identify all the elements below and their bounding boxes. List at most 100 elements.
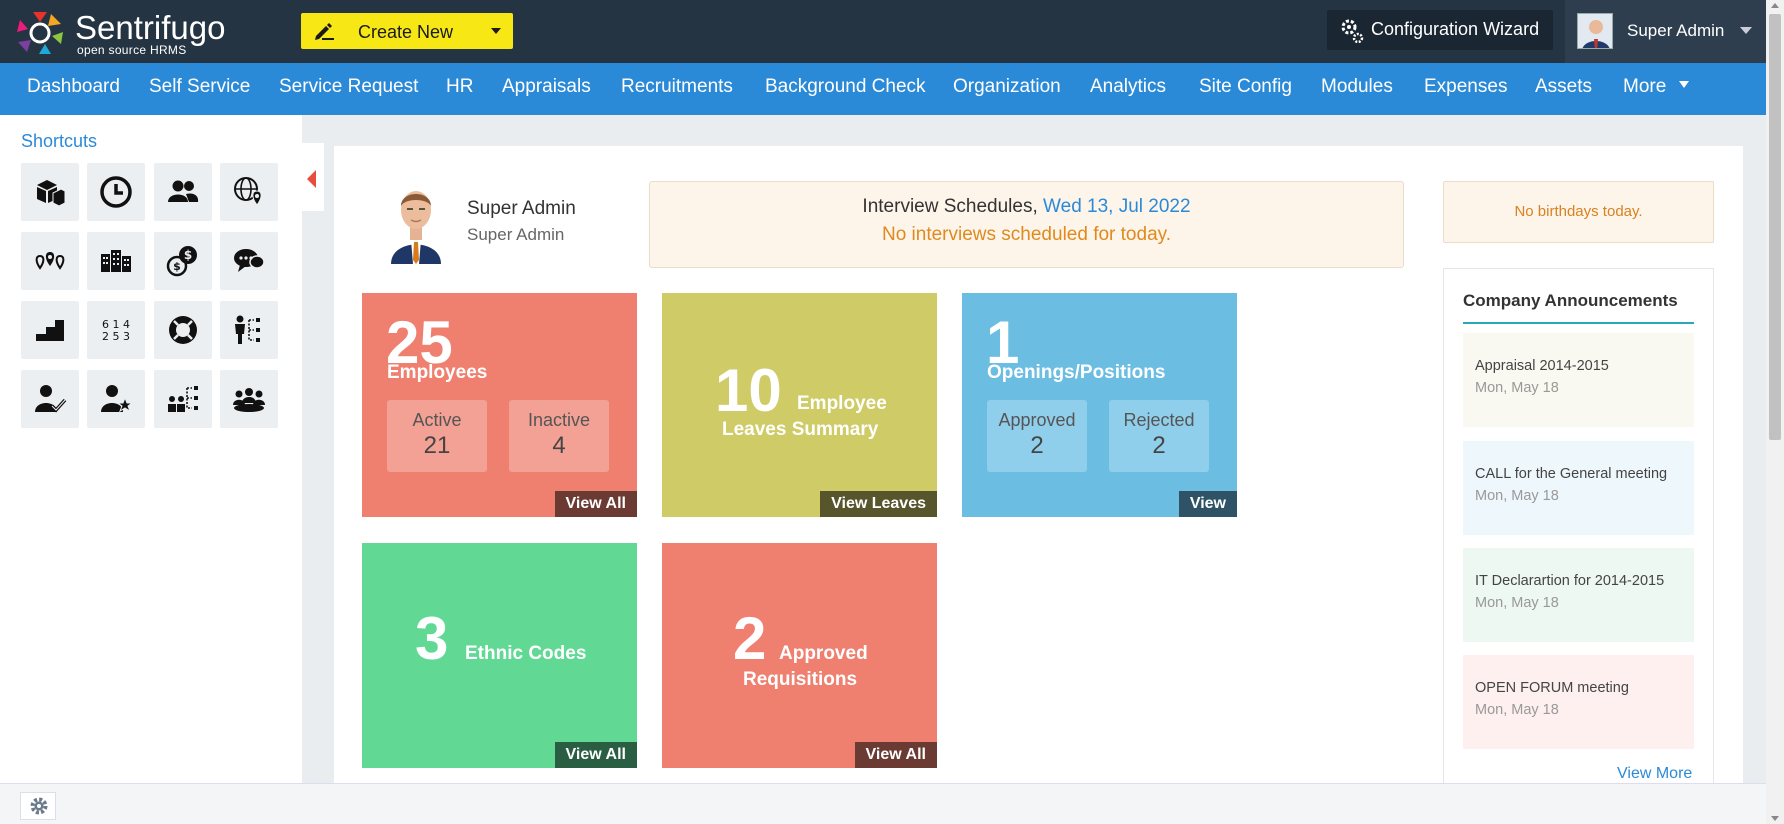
shortcut-locations[interactable] — [21, 232, 79, 290]
create-new-label: Create New — [358, 22, 454, 42]
nav-item-self-service[interactable]: Self Service — [149, 76, 250, 98]
gears-icon — [1341, 19, 1364, 44]
requisitions-label-line1: Approved — [779, 643, 868, 664]
shortcuts-sidebar: Shortcuts $ $ 6 1 42 5 3 — [0, 115, 302, 783]
openings-rejected-box[interactable]: Rejected 2 — [1109, 400, 1209, 472]
create-new-button[interactable]: Create New — [301, 13, 513, 49]
announcement-date: Mon, May 18 — [1475, 702, 1559, 718]
profile-avatar — [375, 180, 457, 264]
nav-item-modules[interactable]: Modules — [1321, 76, 1393, 98]
employees-active-box[interactable]: Active 21 — [387, 400, 487, 472]
logo[interactable]: Sentrifugo open source HRMS — [15, 10, 255, 58]
view-more-link[interactable]: View More — [1617, 765, 1692, 783]
employees-view-all-button[interactable]: View All — [554, 491, 637, 517]
nav-item-analytics[interactable]: Analytics — [1090, 76, 1166, 98]
announcements-divider — [1463, 322, 1694, 324]
openings-approved-value: 2 — [1030, 432, 1044, 459]
requisitions-count: 2 — [733, 605, 767, 672]
announcement-title: OPEN FORUM meeting — [1475, 680, 1629, 696]
employees-label: Employees — [387, 362, 488, 383]
user-name: Super Admin — [1627, 21, 1725, 40]
shortcut-user-check[interactable] — [21, 370, 79, 428]
nav-item-appraisals[interactable]: Appraisals — [502, 76, 591, 98]
requisitions-view-all-button[interactable]: View All — [854, 742, 937, 768]
employees-inactive-box[interactable]: Inactive 4 — [509, 400, 609, 472]
configuration-wizard-button[interactable]: Configuration Wizard — [1327, 10, 1553, 50]
shortcut-clock[interactable] — [87, 163, 145, 221]
page-scrollbar[interactable] — [1766, 0, 1784, 824]
openings-rejected-label: Rejected — [1123, 410, 1195, 430]
logo-mark-icon — [17, 12, 63, 54]
shortcut-buildings[interactable] — [87, 232, 145, 290]
shortcut-hierarchy[interactable] — [154, 370, 212, 428]
announcement-date: Mon, May 18 — [1475, 595, 1559, 611]
announcement-item[interactable]: IT Declarartion for 2014-2015 Mon, May 1… — [1463, 548, 1694, 642]
requisitions-tile: 2 Approved Requisitions View All — [662, 543, 937, 768]
numbers-icon: 6 1 42 5 3 — [102, 318, 130, 343]
announcement-title: IT Declarartion for 2014-2015 — [1475, 573, 1665, 589]
locations-icon — [35, 252, 65, 270]
nav-item-more[interactable]: More — [1623, 76, 1690, 98]
nav-item-site-config[interactable]: Site Config — [1199, 76, 1292, 98]
nav-item-hr[interactable]: HR — [446, 76, 473, 98]
view-leaves-button[interactable]: View Leaves — [820, 491, 937, 517]
employees-inactive-label: Inactive — [527, 410, 591, 430]
interview-header: Interview Schedules, Wed 13, Jul 2022 — [650, 196, 1403, 218]
openings-view-button[interactable]: View — [1178, 491, 1237, 517]
nav-item-more-label: More — [1623, 76, 1667, 97]
shortcut-globe-location[interactable] — [220, 163, 278, 221]
shortcut-chat[interactable] — [220, 232, 278, 290]
nav-item-assets[interactable]: Assets — [1535, 76, 1592, 98]
shortcut-numbers[interactable]: 6 1 42 5 3 — [87, 301, 145, 359]
org-chart-icon — [235, 315, 260, 344]
interview-date[interactable]: Wed 13, Jul 2022 — [1043, 196, 1191, 217]
announcement-item[interactable]: CALL for the General meeting Mon, May 18 — [1463, 441, 1694, 535]
user-menu[interactable]: Super Admin — [1565, 0, 1766, 63]
shortcut-user-star[interactable] — [87, 370, 145, 428]
birthdays-card: No birthdays today. — [1443, 181, 1714, 243]
avatar — [1577, 13, 1613, 49]
leaves-tile: 10 Employee Leaves Summary View Leaves — [662, 293, 937, 517]
openings-tile: 1 Openings/Positions Approved 2 Rejected… — [962, 293, 1237, 517]
meeting-icon — [233, 388, 265, 412]
ethnic-codes-count: 3 — [415, 605, 449, 672]
shortcut-users[interactable] — [154, 163, 212, 221]
chevron-down-icon — [491, 28, 501, 34]
nav-item-background-check[interactable]: Background Check — [765, 76, 926, 98]
employees-inactive-value: 4 — [552, 432, 566, 459]
nav-item-expenses[interactable]: Expenses — [1424, 76, 1507, 98]
shortcut-meeting[interactable] — [220, 370, 278, 428]
svg-text:2 5 3: 2 5 3 — [102, 330, 130, 343]
user-check-icon — [35, 385, 67, 413]
nav-item-service-request[interactable]: Service Request — [279, 76, 418, 98]
gear-icon — [30, 797, 48, 815]
interview-schedules-card: Interview Schedules, Wed 13, Jul 2022 No… — [649, 181, 1404, 268]
configuration-wizard-label: Configuration Wizard — [1371, 19, 1540, 39]
nav-item-recruitments[interactable]: Recruitments — [621, 76, 733, 98]
boxes-icon — [37, 180, 66, 207]
sidebar-collapse-toggle[interactable] — [302, 143, 324, 211]
shortcut-org-chart[interactable] — [220, 301, 278, 359]
globe-pin-icon — [234, 177, 262, 206]
scrollbar-thumb[interactable] — [1769, 14, 1781, 440]
settings-button[interactable] — [20, 792, 56, 820]
edit-pencil-icon — [315, 23, 334, 40]
shortcut-boxes[interactable] — [21, 163, 79, 221]
scroll-down-icon[interactable] — [1771, 816, 1779, 821]
announcement-item[interactable]: OPEN FORUM meeting Mon, May 18 — [1463, 655, 1694, 749]
announcement-item[interactable]: Appraisal 2014-2015 Mon, May 18 — [1463, 333, 1694, 427]
coins-icon: $$ — [166, 246, 197, 277]
logo-subtitle: open source HRMS — [77, 43, 187, 57]
nav-item-dashboard[interactable]: Dashboard — [27, 76, 120, 98]
employees-active-label: Active — [412, 410, 462, 430]
shortcut-steps[interactable] — [21, 301, 79, 359]
nav-item-organization[interactable]: Organization — [953, 76, 1061, 98]
shortcut-coins[interactable]: $ $ — [154, 232, 212, 290]
requisitions-label-line2: Requisitions — [743, 669, 858, 690]
top-bar: Sentrifugo open source HRMS Create New C… — [0, 0, 1766, 63]
scroll-up-icon[interactable] — [1771, 3, 1779, 8]
openings-approved-box[interactable]: Approved 2 — [987, 400, 1087, 472]
leaves-label-line1: Employee — [797, 393, 887, 414]
shortcut-lifebuoy[interactable] — [154, 301, 212, 359]
ethnic-codes-view-all-button[interactable]: View All — [554, 742, 637, 768]
